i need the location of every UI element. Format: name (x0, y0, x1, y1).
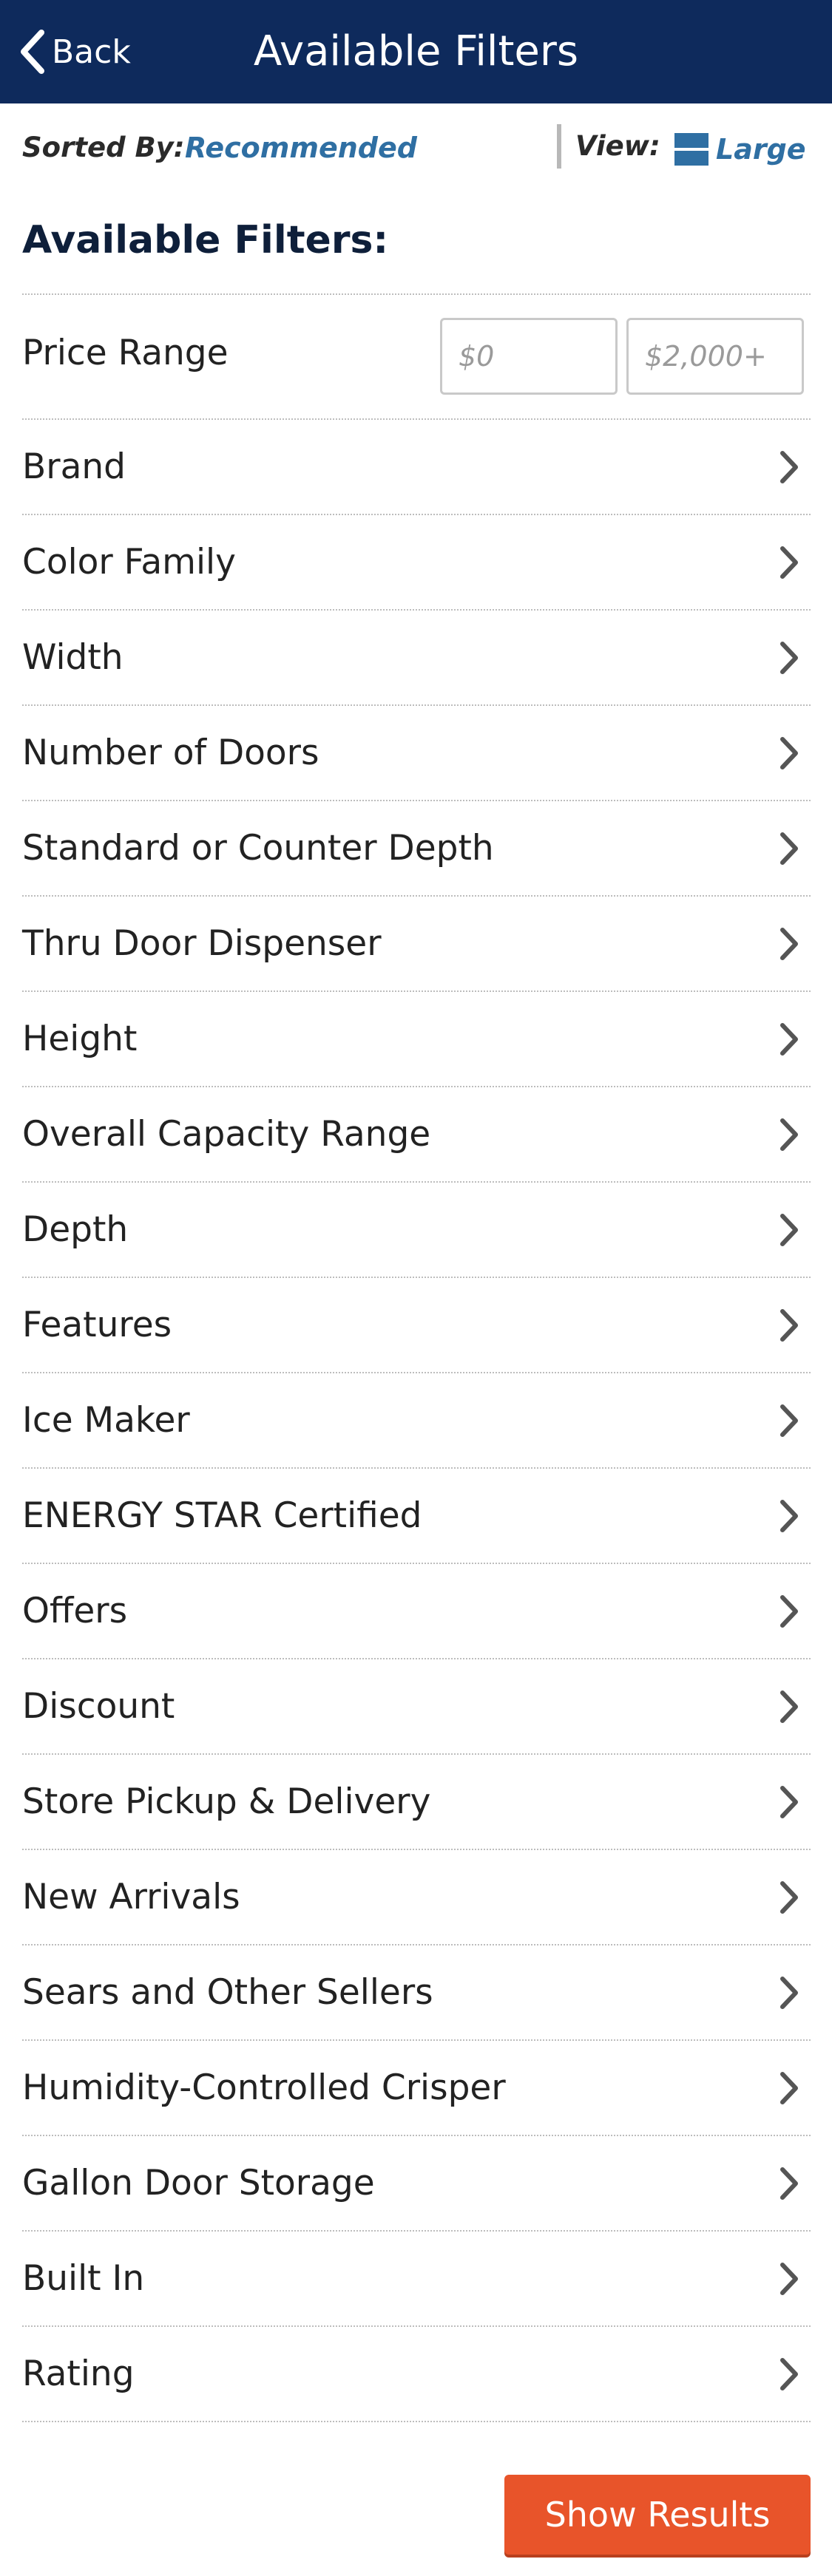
view-value: Large (716, 133, 806, 166)
chevron-right-icon (780, 546, 798, 579)
back-label: Back (52, 33, 131, 71)
filter-label: ENERGY STAR Certified (22, 1495, 422, 1536)
chevron-right-icon (780, 1786, 798, 1818)
filter-row[interactable]: Width (0, 610, 832, 705)
chevron-right-icon (780, 1118, 798, 1151)
sort-dropdown[interactable]: Recommended (185, 132, 417, 164)
chevron-right-icon (780, 1309, 798, 1342)
view-label: View: (575, 130, 660, 162)
filter-row[interactable]: Gallon Door Storage (0, 2135, 832, 2231)
filter-row[interactable]: Standard or Counter Depth (0, 801, 832, 896)
chevron-right-icon (780, 2358, 798, 2390)
filter-row[interactable]: Thru Door Dispenser (0, 896, 832, 991)
filter-row[interactable]: Overall Capacity Range (0, 1087, 832, 1182)
filter-label: Offers (22, 1591, 128, 1631)
chevron-right-icon (780, 737, 798, 769)
filter-row[interactable]: Sears and Other Sellers (0, 1945, 832, 2040)
filter-row[interactable]: Built In (0, 2231, 832, 2326)
chevron-right-icon (780, 1214, 798, 1246)
filter-label: Store Pickup & Delivery (22, 1781, 431, 1822)
filter-label: Standard or Counter Depth (22, 828, 494, 869)
divider (22, 2421, 811, 2422)
chevron-right-icon (780, 832, 798, 865)
chevron-right-icon (780, 1977, 798, 2009)
filter-row[interactable]: Brand (0, 419, 832, 514)
filter-row[interactable]: Depth (0, 1182, 832, 1277)
filter-row[interactable]: Number of Doors (0, 705, 832, 801)
chevron-right-icon (780, 2167, 798, 2200)
filter-label: Ice Maker (22, 1400, 190, 1441)
filters-heading: Available Filters: (22, 218, 389, 262)
filter-row[interactable]: Features (0, 1277, 832, 1373)
chevron-left-icon (21, 30, 44, 74)
filter-row[interactable]: Height (0, 991, 832, 1087)
show-results-button[interactable]: Show Results (504, 2475, 811, 2555)
chevron-right-icon (780, 1690, 798, 1723)
filter-label: Sears and Other Sellers (22, 1972, 433, 2013)
price-range-label: Price Range (22, 333, 229, 373)
chevron-right-icon (780, 1881, 798, 1914)
filter-row[interactable]: Offers (0, 1563, 832, 1659)
divider (557, 124, 561, 169)
sort-label: Sorted By: (22, 132, 185, 163)
chevron-right-icon (780, 2072, 798, 2104)
filter-label: Overall Capacity Range (22, 1114, 431, 1155)
filter-label: Width (22, 637, 124, 678)
chevron-right-icon (780, 1595, 798, 1628)
filter-row[interactable]: Humidity-Controlled Crisper (0, 2040, 832, 2135)
filter-label: Gallon Door Storage (22, 2163, 375, 2203)
filter-row[interactable]: Color Family (0, 514, 832, 610)
filter-label: Brand (22, 446, 126, 487)
filter-label: Number of Doors (22, 733, 319, 773)
chevron-right-icon (780, 928, 798, 960)
filter-label: Rating (22, 2354, 135, 2394)
filter-row[interactable]: ENERGY STAR Certified (0, 1468, 832, 1563)
back-button[interactable]: Back (18, 25, 131, 78)
top-nav-bar: Back Available Filters (0, 0, 832, 103)
price-range-row: Price Range (0, 294, 832, 418)
filter-label: New Arrivals (22, 1877, 240, 1917)
chevron-right-icon (780, 642, 798, 674)
filter-label: Features (22, 1305, 172, 1345)
filter-label: Discount (22, 1686, 175, 1727)
chevron-right-icon (780, 1404, 798, 1437)
view-toggle[interactable]: Large (674, 129, 806, 170)
filter-row[interactable]: New Arrivals (0, 1849, 832, 1945)
filter-row[interactable]: Store Pickup & Delivery (0, 1754, 832, 1849)
filter-label: Humidity-Controlled Crisper (22, 2067, 506, 2108)
chevron-right-icon (780, 451, 798, 483)
filter-label: Height (22, 1019, 138, 1059)
filter-row[interactable]: Discount (0, 1659, 832, 1754)
filter-label: Built In (22, 2258, 145, 2299)
price-min-input[interactable] (440, 318, 618, 395)
chevron-right-icon (780, 1023, 798, 1056)
price-max-input[interactable] (626, 318, 804, 395)
filter-row[interactable]: Ice Maker (0, 1373, 832, 1468)
filter-row[interactable]: Rating (0, 2326, 832, 2422)
filter-label: Color Family (22, 542, 236, 582)
filter-label: Depth (22, 1209, 129, 1250)
chevron-right-icon (780, 2263, 798, 2295)
chevron-right-icon (780, 1500, 798, 1532)
filter-label: Thru Door Dispenser (22, 923, 382, 964)
list-view-icon (674, 133, 708, 166)
